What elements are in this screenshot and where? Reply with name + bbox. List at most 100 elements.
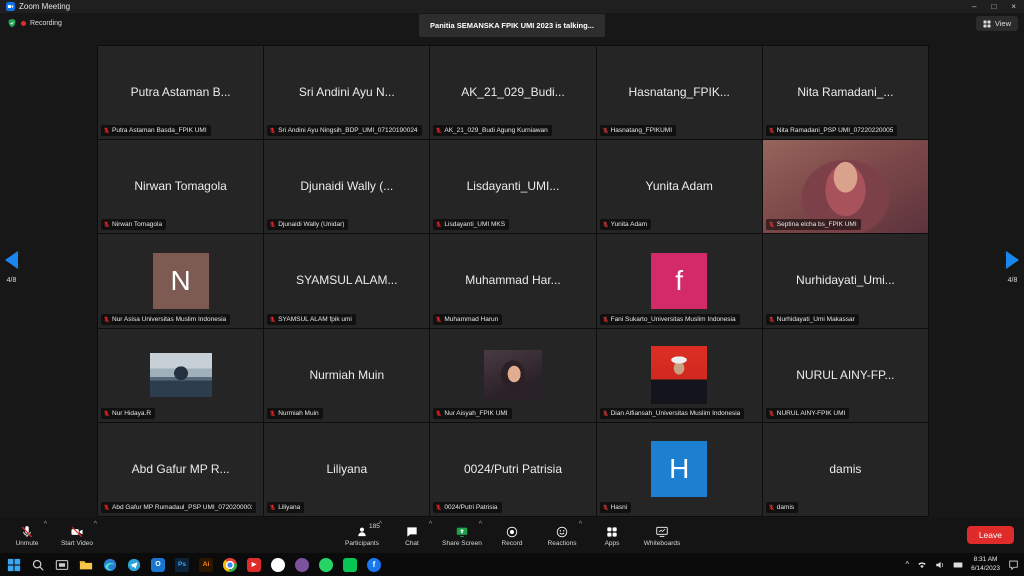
participant-display-name: Sri Andini Ayu N...: [291, 85, 403, 100]
toolbar-start-video-button[interactable]: ^Start Video: [52, 518, 102, 553]
taskbar-messenger-icon[interactable]: [271, 558, 285, 572]
taskbar-facebook-icon[interactable]: f: [367, 558, 381, 572]
participant-label: Nirwan Tomagola: [101, 219, 166, 230]
toolbar-share-screen-button[interactable]: ^Share Screen: [437, 518, 487, 553]
participant-tile[interactable]: LiliyanaLiliyana: [264, 423, 429, 516]
taskbar-viber-icon[interactable]: [295, 558, 309, 572]
participant-label: SYAMSUL ALAM fpik umi: [267, 314, 356, 325]
taskbar-chrome-icon[interactable]: [223, 558, 237, 572]
participant-tile[interactable]: Nurhidayati_Umi...Nurhidayati_Umi Makass…: [763, 234, 928, 327]
muted-mic-icon: [269, 410, 276, 417]
participant-tile[interactable]: HHasni: [597, 423, 762, 516]
reactions-icon: [555, 525, 569, 539]
toolbar-apps-button[interactable]: Apps: [587, 518, 637, 553]
chevron-up-icon[interactable]: ^: [479, 521, 482, 528]
participant-label: Djunaidi Wally (Unidar): [267, 219, 348, 230]
muted-mic-icon: [768, 410, 775, 417]
participant-label-text: Nur Hidaya.R: [112, 410, 151, 417]
recording-indicator: Recording: [7, 18, 62, 28]
participant-tile[interactable]: Muhammad Har...Muhammad Harun: [430, 234, 595, 327]
participant-tile[interactable]: Septina elcha bs_FPIK UMI: [763, 140, 928, 233]
participant-label-text: Nurhidayati_Umi Makassar: [777, 316, 855, 323]
chevron-up-icon[interactable]: ^: [94, 521, 97, 528]
previous-page-nav: 4/8: [5, 251, 18, 284]
taskbar-youtube-icon[interactable]: ▶: [247, 558, 261, 572]
participant-tile[interactable]: Dian Alfiansah_Universitas Muslim Indone…: [597, 329, 762, 422]
video-off-icon: [70, 525, 84, 539]
participant-tile[interactable]: Nur Aisyah_FPIK UMI: [430, 329, 595, 422]
taskbar-edge-icon[interactable]: [103, 558, 117, 572]
participant-tile[interactable]: Hasnatang_FPIK...Hasnatang_FPIKUMI: [597, 46, 762, 139]
notification-center-icon[interactable]: [1008, 559, 1019, 570]
chevron-up-icon[interactable]: ^: [579, 521, 582, 528]
toolbar-record-button[interactable]: Record: [487, 518, 537, 553]
toolbar-whiteboards-button[interactable]: Whiteboards: [637, 518, 687, 553]
participant-tile[interactable]: Lisdayanti_UMI...Lisdayanti_UMI MKS: [430, 140, 595, 233]
minimize-button[interactable]: –: [972, 3, 976, 11]
recording-dot-icon: [21, 21, 26, 26]
chevron-up-icon[interactable]: ^: [429, 521, 432, 528]
participant-avatar: H: [651, 441, 707, 497]
taskbar-whatsapp-icon[interactable]: [319, 558, 333, 572]
taskbar-illustrator-icon[interactable]: Ai: [199, 558, 213, 572]
participant-tile[interactable]: Putra Astaman B...Putra Astaman Basda_FP…: [98, 46, 263, 139]
participant-display-name: Muhammad Har...: [457, 273, 568, 288]
participant-tile[interactable]: Nirwan TomagolaNirwan Tomagola: [98, 140, 263, 233]
network-icon[interactable]: [917, 560, 927, 570]
taskbar-start-icon[interactable]: [7, 558, 21, 572]
taskbar-task-view-icon[interactable]: [55, 558, 69, 572]
participant-label-text: Yunita Adam: [611, 221, 648, 228]
taskbar-photoshop-icon[interactable]: Ps: [175, 558, 189, 572]
participant-label: Nur Asisa Universitas Muslim Indonesia: [101, 314, 230, 325]
close-button[interactable]: ×: [1011, 3, 1016, 11]
page-indicator-right: 4/8: [1008, 277, 1018, 284]
taskbar-file-explorer-icon[interactable]: [79, 558, 93, 572]
meeting-toolbar: ^Unmute^Start Video 185^Participants^Cha…: [0, 518, 1024, 553]
participant-tile[interactable]: fFani Sukarto_Universitas Muslim Indones…: [597, 234, 762, 327]
leave-button[interactable]: Leave: [967, 526, 1014, 544]
toolbar-unmute-button[interactable]: ^Unmute: [2, 518, 52, 553]
muted-mic-icon: [103, 316, 110, 323]
toolbar-reactions-button[interactable]: ^Reactions: [537, 518, 587, 553]
toolbar-participants-button[interactable]: 185^Participants: [337, 518, 387, 553]
volume-icon[interactable]: [935, 560, 945, 570]
participant-tile[interactable]: Yunita AdamYunita Adam: [597, 140, 762, 233]
participant-tile[interactable]: Nita Ramadani_...Nita Ramadani_PSP UMI_0…: [763, 46, 928, 139]
taskbar-outlook-icon[interactable]: O: [151, 558, 165, 572]
chevron-up-icon[interactable]: ^: [44, 521, 47, 528]
participant-tile[interactable]: damisdamis: [763, 423, 928, 516]
participant-avatar: f: [651, 253, 707, 309]
taskbar-clock[interactable]: 8:31 AM 6/14/2023: [971, 556, 1000, 574]
whiteboard-icon: [655, 525, 669, 539]
tray-expand-icon[interactable]: ^: [905, 560, 909, 569]
participant-tile[interactable]: Abd Gafur MP R...Abd Gafur MP Rumadaul_P…: [98, 423, 263, 516]
participant-label-text: Nur Asisa Universitas Muslim Indonesia: [112, 316, 226, 323]
participant-display-name: damis: [821, 462, 869, 477]
participant-tile[interactable]: Nur Hidaya.R: [98, 329, 263, 422]
previous-page-arrow-icon[interactable]: [5, 251, 18, 269]
record-icon: [505, 525, 519, 539]
participant-tile[interactable]: NNur Asisa Universitas Muslim Indonesia: [98, 234, 263, 327]
participant-label: Nita Ramadani_PSP UMI_07220220005: [766, 125, 898, 136]
security-shield-icon[interactable]: [7, 18, 17, 28]
system-tray: ^ 8:31 AM 6/14/2023: [905, 556, 1024, 574]
participant-label: Dian Alfiansah_Universitas Muslim Indone…: [600, 408, 745, 419]
participant-tile[interactable]: 0024/Putri Patrisia0024/Putri Patrisia: [430, 423, 595, 516]
keyboard-icon[interactable]: [953, 560, 963, 570]
taskbar-search-icon[interactable]: [31, 558, 45, 572]
participant-tile[interactable]: Sri Andini Ayu N...Sri Andini Ayu Ningsi…: [264, 46, 429, 139]
chevron-up-icon[interactable]: ^: [379, 521, 382, 528]
toolbar-chat-button[interactable]: ^Chat: [387, 518, 437, 553]
participant-tile[interactable]: AK_21_029_Budi...AK_21_029_Budi Agung Ku…: [430, 46, 595, 139]
participant-tile[interactable]: Djunaidi Wally (...Djunaidi Wally (Unida…: [264, 140, 429, 233]
maximize-button[interactable]: □: [991, 3, 996, 11]
taskbar-line-icon[interactable]: [343, 558, 357, 572]
next-page-nav: 4/8: [1006, 251, 1019, 284]
taskbar-telegram-icon[interactable]: [127, 558, 141, 572]
participant-tile[interactable]: NURUL AINY-FP...NURUL AINY-FPIK UMI: [763, 329, 928, 422]
participant-tile[interactable]: Nurmiah MuinNurmiah Muin: [264, 329, 429, 422]
view-button[interactable]: View: [976, 16, 1018, 31]
participant-tile[interactable]: SYAMSUL ALAM...SYAMSUL ALAM fpik umi: [264, 234, 429, 327]
next-page-arrow-icon[interactable]: [1006, 251, 1019, 269]
muted-mic-icon: [269, 127, 276, 134]
